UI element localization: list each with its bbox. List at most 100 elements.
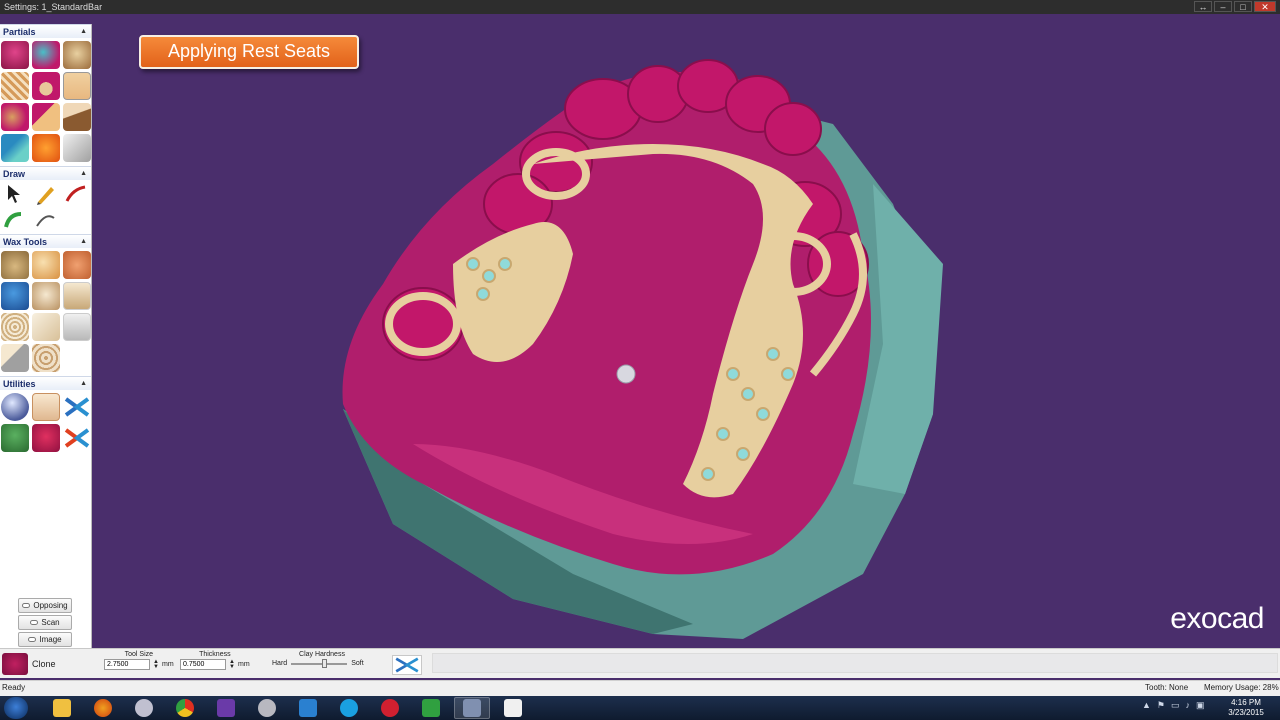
- wax-flat-tool-icon[interactable]: [32, 313, 60, 341]
- field-caption: Thickness: [199, 651, 231, 658]
- retention-tool-icon[interactable]: [1, 103, 29, 131]
- collapse-icon[interactable]: ▲: [80, 170, 87, 177]
- clone-tool-icon[interactable]: [2, 653, 28, 675]
- opposing-toggle[interactable]: Opposing: [18, 598, 72, 613]
- field-caption: Tool Size: [124, 651, 154, 658]
- scan-toggle[interactable]: Scan: [18, 615, 72, 630]
- mesh-tool-icon[interactable]: [1, 72, 29, 100]
- wax-sphere-tool-icon[interactable]: [63, 251, 91, 279]
- rest-seat-tool-icon[interactable]: [63, 72, 91, 100]
- tool-panel: Partials ▲ Draw ▲ Wax Tools ▲ Utilities …: [0, 24, 92, 648]
- step-banner: Applying Rest Seats: [139, 35, 359, 69]
- image-toggle[interactable]: Image: [18, 632, 72, 647]
- wax-pin-tool-icon[interactable]: [1, 344, 29, 372]
- radio-icon: [22, 603, 31, 608]
- window-title: Settings: 1_StandardBar: [4, 2, 103, 12]
- settings-app-icon[interactable]: [249, 697, 285, 719]
- tool-size-field: Tool Size ▲▼ mm: [104, 651, 174, 670]
- partials-tool-grid: [0, 38, 91, 166]
- merge-icon[interactable]: [63, 393, 91, 421]
- recorder-icon[interactable]: [495, 697, 531, 719]
- split-icon[interactable]: [63, 424, 91, 452]
- gum-icon[interactable]: [32, 424, 60, 452]
- chrome-icon[interactable]: [167, 697, 203, 719]
- tooth-indicator: Tooth: None: [1145, 683, 1189, 692]
- symmetry-tool-button[interactable]: [392, 655, 422, 675]
- minimize-button[interactable]: –: [1214, 1, 1232, 12]
- start-button[interactable]: [4, 697, 28, 719]
- camtasia-icon[interactable]: [413, 697, 449, 719]
- slider-min-label: Hard: [272, 660, 288, 667]
- section-header-utilities[interactable]: Utilities ▲: [0, 376, 91, 390]
- slider-thumb[interactable]: [321, 658, 327, 668]
- media-player-icon[interactable]: [126, 697, 162, 719]
- wax-mesh-tool-icon[interactable]: [32, 344, 60, 372]
- memory-indicator: Memory Usage: 28%: [1204, 683, 1279, 692]
- tooth: [764, 102, 822, 156]
- radio-icon: [30, 620, 39, 625]
- clasp-tool-icon[interactable]: [32, 72, 60, 100]
- maximize-button[interactable]: □: [1234, 1, 1252, 12]
- thickness-input[interactable]: [180, 659, 226, 670]
- tool-size-input[interactable]: [104, 659, 150, 670]
- collapse-icon[interactable]: ▲: [80, 380, 87, 387]
- close-button[interactable]: ✕: [1254, 1, 1276, 12]
- finish-line-tool-icon[interactable]: [63, 103, 91, 131]
- sphere-icon[interactable]: [1, 393, 29, 421]
- framework-tool-icon[interactable]: [63, 41, 91, 69]
- unit-label: mm: [238, 661, 250, 668]
- section-title: Utilities: [3, 378, 36, 389]
- tray-expand-icon[interactable]: ▲: [1142, 700, 1151, 711]
- skype-icon[interactable]: [331, 697, 367, 719]
- person-icon[interactable]: [1, 424, 29, 452]
- gingiva-tool-icon[interactable]: [1, 41, 29, 69]
- spinner-icon[interactable]: ▲ ▼: [153, 659, 159, 670]
- resize-icon[interactable]: ↔: [1194, 1, 1212, 12]
- cut-tool-icon[interactable]: [63, 134, 91, 162]
- wax-blob-tool-icon[interactable]: [1, 282, 29, 310]
- exocad-taskbar-icon[interactable]: [454, 697, 490, 719]
- collapse-icon[interactable]: ▲: [80, 28, 87, 35]
- wax-smooth-tool-icon[interactable]: [32, 251, 60, 279]
- mesh-hole: [781, 367, 795, 381]
- cursor-icon[interactable]: [1, 183, 29, 205]
- vivaldi-icon[interactable]: [372, 697, 408, 719]
- flag-icon[interactable]: ⚑: [1157, 700, 1165, 711]
- visual-studio-icon[interactable]: [208, 697, 244, 719]
- wax-cutter-tool-icon[interactable]: [63, 313, 91, 341]
- clay-hardness-slider[interactable]: [291, 658, 348, 668]
- pencil-icon[interactable]: [32, 183, 60, 205]
- relief-tool-icon[interactable]: [32, 134, 60, 162]
- connector-tool-icon[interactable]: [32, 103, 60, 131]
- wax-texture-tool-icon[interactable]: [1, 313, 29, 341]
- display-icon[interactable]: ▣: [1196, 700, 1205, 711]
- toggle-label: Image: [39, 635, 62, 644]
- network-icon[interactable]: ▭: [1171, 700, 1180, 711]
- eraser-icon[interactable]: [63, 183, 91, 205]
- file-explorer-icon[interactable]: [44, 697, 80, 719]
- ruler-icon[interactable]: [32, 393, 60, 421]
- collapse-icon[interactable]: ▲: [80, 238, 87, 245]
- dental-model-render[interactable]: [93, 14, 1280, 648]
- slider-max-label: Soft: [351, 660, 364, 667]
- taskbar-clock[interactable]: 4:16 PM 3/23/2015: [1226, 698, 1266, 718]
- volume-icon[interactable]: ♪: [1186, 700, 1191, 711]
- store-icon[interactable]: [290, 697, 326, 719]
- system-tray: ▲ ⚑ ▭ ♪ ▣: [1142, 700, 1205, 711]
- block-out-tool-icon[interactable]: [1, 134, 29, 162]
- firefox-icon[interactable]: [85, 697, 121, 719]
- section-header-partials[interactable]: Partials ▲: [0, 24, 91, 38]
- section-header-draw[interactable]: Draw ▲: [0, 166, 91, 180]
- curve-icon[interactable]: [32, 208, 60, 230]
- wax-knife-tool-icon[interactable]: [32, 282, 60, 310]
- status-text: Ready: [2, 683, 26, 692]
- section-header-wax-tools[interactable]: Wax Tools ▲: [0, 234, 91, 248]
- wax-add-tool-icon[interactable]: [1, 251, 29, 279]
- 3d-viewport[interactable]: Applying Rest Seats exocad: [93, 14, 1280, 648]
- green-curve-icon[interactable]: [1, 208, 29, 230]
- mesh-hole: [716, 427, 730, 441]
- spinner-icon[interactable]: ▲ ▼: [229, 659, 235, 670]
- mesh-hole: [498, 257, 512, 271]
- wax-shape-tool-icon[interactable]: [63, 282, 91, 310]
- undercut-tool-icon[interactable]: [32, 41, 60, 69]
